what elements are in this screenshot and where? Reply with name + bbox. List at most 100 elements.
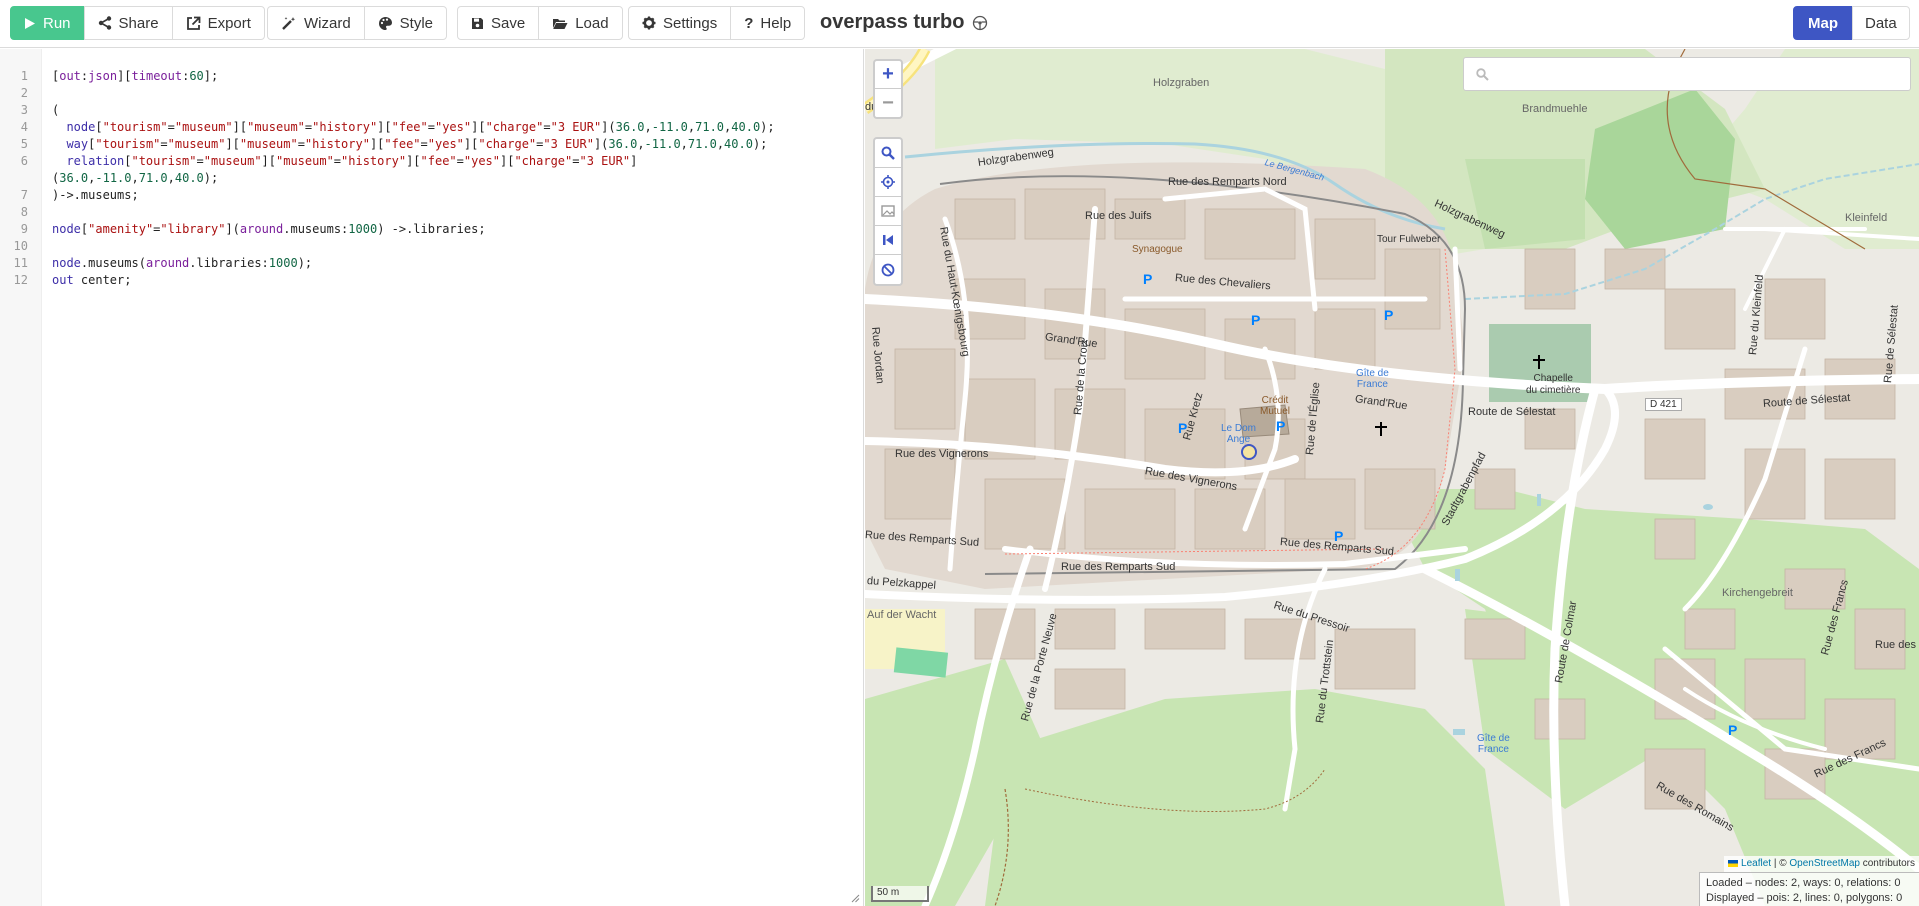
code-text[interactable] — [28, 238, 864, 255]
poi-label-chapelle: Chapelle du cimetière — [1526, 373, 1581, 396]
code-line[interactable]: 5 way["tourism"="museum"]["museum"="hist… — [0, 136, 864, 153]
code-text[interactable]: ( — [28, 102, 864, 119]
leaflet-link[interactable]: Leaflet — [1741, 858, 1771, 869]
zoom-in-button[interactable]: + — [875, 61, 901, 89]
poi-label-credit-mutuel: Crédit Mutuel — [1260, 395, 1291, 417]
map-tab-button[interactable]: Map — [1793, 6, 1853, 40]
code-text[interactable]: out center; — [28, 272, 864, 289]
load-button[interactable]: Load — [538, 6, 623, 40]
poi-label-tour-fulweber: Tour Fulweber — [1377, 234, 1441, 245]
help-button[interactable]: ? Help — [730, 6, 806, 40]
code-line[interactable]: 1 [out:json][timeout:60]; — [0, 68, 864, 85]
search-location-button[interactable] — [875, 139, 901, 168]
code-text[interactable]: [out:json][timeout:60]; — [28, 68, 864, 85]
code-text[interactable]: way["tourism"="museum"]["museum"="histor… — [28, 136, 864, 153]
code-text[interactable]: )->.museums; — [28, 187, 864, 204]
openstreetmap-link[interactable]: OpenStreetMap — [1789, 858, 1860, 869]
place-label-auf-der-wacht: Auf der Wacht — [867, 609, 937, 621]
search-icon — [1476, 67, 1489, 81]
map-attribution: Leaflet | © OpenStreetMap contributors — [1724, 856, 1919, 872]
play-icon — [25, 17, 35, 29]
code-text[interactable]: relation["tourism"="museum"]["museum"="h… — [28, 153, 864, 187]
save-button[interactable]: Save — [457, 6, 540, 40]
wizard-style-group: Wizard Style — [267, 6, 448, 40]
code-line[interactable]: 2 — [0, 85, 864, 102]
toolbar: Run Share Export Wizard Style Save Load — [0, 0, 1919, 48]
place-label-kleinfeld: Kleinfeld — [1845, 212, 1888, 224]
street-label-juifs: Rue des Juifs — [1085, 210, 1152, 222]
line-number: 6 — [20, 154, 28, 168]
app-title: overpass turbo — [820, 11, 988, 34]
code-line[interactable]: 3( — [0, 102, 864, 119]
settings-help-group: Settings ? Help — [628, 6, 806, 40]
line-number: 10 — [13, 239, 28, 253]
map-tools-control — [873, 137, 903, 286]
line-number: 12 — [13, 273, 28, 287]
svg-text:P: P — [1384, 307, 1393, 323]
map-search-box[interactable] — [1463, 57, 1911, 91]
run-share-export-group: Run Share Export — [10, 6, 265, 40]
code-text[interactable]: node["amenity"="library"](around.museums… — [28, 221, 864, 238]
settings-button[interactable]: Settings — [628, 6, 732, 40]
share-button[interactable]: Share — [83, 6, 173, 40]
export-icon — [186, 16, 200, 30]
svg-text:P: P — [1276, 418, 1285, 434]
magic-wand-icon — [282, 17, 296, 30]
question-mark-icon: ? — [744, 14, 754, 32]
line-number: 7 — [20, 188, 28, 202]
zoom-control: + − — [873, 59, 903, 119]
wizard-button[interactable]: Wizard — [267, 6, 365, 40]
code-line[interactable]: 11 node.museums(around.libraries:1000); — [0, 255, 864, 272]
ban-icon — [881, 263, 895, 276]
code-line[interactable]: 7)->.museums; — [0, 187, 864, 204]
place-label-kirchengebreit: Kirchengebreit — [1722, 587, 1793, 599]
steering-wheel-logo-icon — [973, 15, 988, 30]
data-tab-button[interactable]: Data — [1852, 6, 1910, 40]
code-line[interactable]: 8 — [0, 204, 864, 221]
line-number: 11 — [13, 256, 28, 270]
line-number: 2 — [20, 86, 28, 100]
query-editor[interactable]: 1 [out:json][timeout:60]; 2 3(4 node["touri… — [0, 49, 864, 906]
street-label-rue-des-francs-east: Rue des Francs — [1875, 639, 1919, 651]
code-line[interactable]: 12 out center; — [0, 272, 864, 289]
code-text[interactable] — [28, 85, 864, 102]
style-button[interactable]: Style — [363, 6, 448, 40]
poi-label-gite-de-france: Gîte de France — [1356, 368, 1389, 390]
fullscreen-map-button[interactable] — [875, 197, 901, 226]
code-text[interactable]: node.museums(around.libraries:1000); — [28, 255, 864, 272]
resize-grip-icon[interactable] — [851, 894, 860, 903]
code-line[interactable]: 4 node["tourism"="museum"]["museum"="his… — [0, 119, 864, 136]
code-text[interactable] — [28, 204, 864, 221]
toggle-data-button[interactable] — [875, 255, 901, 284]
skip-back-icon — [883, 235, 893, 245]
line-number: 3 — [20, 103, 28, 117]
gear-icon — [642, 16, 656, 30]
zoom-out-button[interactable]: − — [875, 89, 901, 117]
export-button[interactable]: Export — [171, 6, 265, 40]
line-number: 8 — [20, 205, 28, 219]
map-tiles: PP P PPP P — [865, 49, 1919, 906]
line-number: 5 — [20, 137, 28, 151]
map-search-input[interactable] — [1497, 66, 1897, 82]
street-label-remparts-sud-middle: Rue des Remparts Sud — [1061, 561, 1176, 573]
run-button[interactable]: Run — [10, 6, 85, 40]
palette-icon — [378, 16, 392, 30]
code-text[interactable]: node["tourism"="museum"]["museum"="histo… — [28, 119, 864, 136]
code-line[interactable]: 6 relation["tourism"="museum"]["museum"=… — [0, 153, 864, 187]
locate-me-button[interactable] — [875, 168, 901, 197]
attribution-contributors: contributors — [1859, 858, 1915, 869]
code-line[interactable]: 9 node["amenity"="library"](around.museum… — [0, 221, 864, 238]
svg-text:P: P — [1143, 271, 1152, 287]
poi-label-dom-ange: Le Dom Ange — [1221, 423, 1257, 445]
share-icon — [98, 16, 111, 30]
crosshair-icon — [881, 175, 895, 189]
map-view[interactable]: PPP PPP P Holzgraben Brandmuehle Holzgra… — [865, 49, 1919, 906]
poi-label-synagogue: Synagogue — [1132, 244, 1183, 255]
svg-text:P: P — [1728, 722, 1737, 738]
code-line[interactable]: 10 — [0, 238, 864, 255]
stats-loaded: Loaded – nodes: 2, ways: 0, relations: 0 — [1706, 877, 1901, 889]
place-label-brandmuehle: Brandmuehle — [1522, 103, 1588, 115]
place-label-holzgraben: Holzgraben — [1153, 77, 1210, 89]
zoom-to-data-button[interactable] — [875, 226, 901, 255]
query-code[interactable]: 1 [out:json][timeout:60]; 2 3(4 node["touri… — [0, 68, 864, 289]
